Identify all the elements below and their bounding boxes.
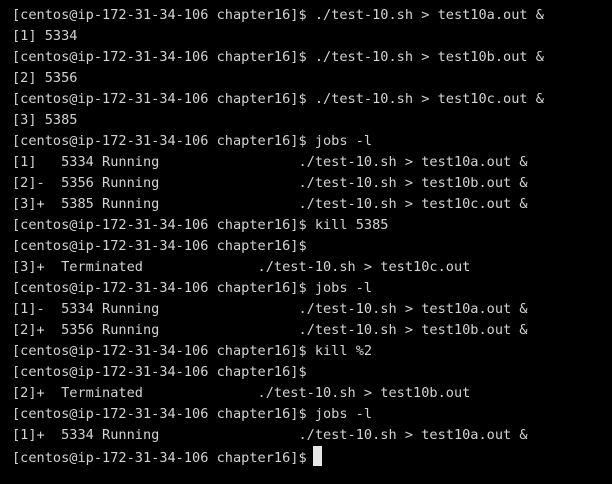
terminal-line: [centos@ip-172-31-34-106 chapter16]$ kil… [12,343,373,359]
terminal-window[interactable]: [centos@ip-172-31-34-106 chapter16]$ ./t… [0,0,612,484]
terminal-line: [centos@ip-172-31-34-106 chapter16]$ kil… [12,217,389,233]
terminal-line: [2] 5356 [12,70,78,86]
terminal-line: [centos@ip-172-31-34-106 chapter16]$ job… [12,406,373,422]
terminal-cursor[interactable] [312,446,322,466]
terminal-line: [2]+ 5356 Running ./test-10.sh > test10b… [12,322,528,338]
terminal-line: [3]+ 5385 Running ./test-10.sh > test10c… [12,196,528,212]
terminal-input-line[interactable]: [centos@ip-172-31-34-106 chapter16]$ [12,446,612,467]
terminal-line: [centos@ip-172-31-34-106 chapter16]$ ./t… [12,91,544,107]
terminal-line: [2]+ Terminated ./test-10.sh > test10b.o… [12,385,471,401]
terminal-line: [centos@ip-172-31-34-106 chapter16]$ ./t… [12,7,544,23]
terminal-prompt: [centos@ip-172-31-34-106 chapter16]$ [12,450,307,466]
terminal-line: [centos@ip-172-31-34-106 chapter16]$ [12,238,307,254]
terminal-line: [3]+ Terminated ./test-10.sh > test10c.o… [12,259,471,275]
terminal-line: [centos@ip-172-31-34-106 chapter16]$ ./t… [12,49,544,65]
terminal-line: [1]+ 5334 Running ./test-10.sh > test10a… [12,427,528,443]
terminal-line: [1]- 5334 Running ./test-10.sh > test10a… [12,301,528,317]
terminal-line: [2]- 5356 Running ./test-10.sh > test10b… [12,175,528,191]
terminal-line: [centos@ip-172-31-34-106 chapter16]$ [12,364,307,380]
terminal-line: [3] 5385 [12,112,78,128]
terminal-line: [1] 5334 Running ./test-10.sh > test10a.… [12,154,528,170]
terminal-line: [centos@ip-172-31-34-106 chapter16]$ job… [12,133,373,149]
terminal-line: [centos@ip-172-31-34-106 chapter16]$ job… [12,280,373,296]
terminal-line: [1] 5334 [12,28,78,44]
